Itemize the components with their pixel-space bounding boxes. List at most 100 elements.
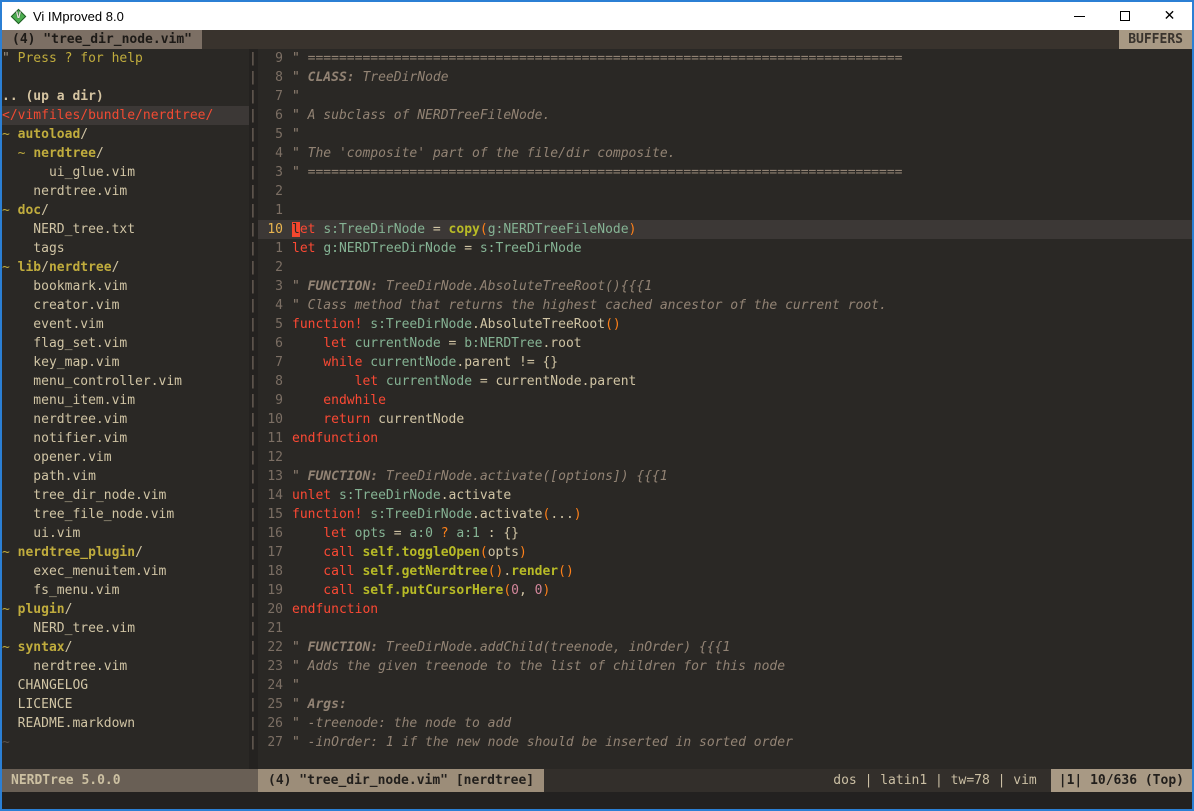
- status-line: NERDTree 5.0.0 (4) "tree_dir_node.vim" […: [2, 769, 1192, 792]
- code-line[interactable]: 18 call self.getNerdtree().render(): [258, 562, 1192, 581]
- tree-item[interactable]: ui_glue.vim: [2, 163, 249, 182]
- code-line[interactable]: 20endfunction: [258, 600, 1192, 619]
- tree-item[interactable]: nerdtree.vim: [2, 657, 249, 676]
- code-line[interactable]: 3" FUNCTION: TreeDirNode.AbsoluteTreeRoo…: [258, 277, 1192, 296]
- tree-item[interactable]: fs_menu.vim: [2, 581, 249, 600]
- tree-item[interactable]: README.markdown: [2, 714, 249, 733]
- text-segment: ~: [2, 127, 18, 142]
- tree-item[interactable]: tree_file_node.vim: [2, 505, 249, 524]
- code-line[interactable]: 9 endwhile: [258, 391, 1192, 410]
- code-line[interactable]: 10 return currentNode: [258, 410, 1192, 429]
- tree-item[interactable]: flag_set.vim: [2, 334, 249, 353]
- tree-item[interactable]: ~ doc/: [2, 201, 249, 220]
- code-line[interactable]: 17 call self.toggleOpen(opts): [258, 543, 1192, 562]
- code-line[interactable]: 16 let opts = a:0 ? a:1 : {}: [258, 524, 1192, 543]
- tree-item[interactable]: key_map.vim: [2, 353, 249, 372]
- maximize-button[interactable]: [1102, 2, 1147, 30]
- tree-item[interactable]: ~ lib/nerdtree/: [2, 258, 249, 277]
- text-segment: " A subclass of NERDTreeFileNode.: [292, 108, 550, 123]
- code-line[interactable]: 13" FUNCTION: TreeDirNode.activate([opti…: [258, 467, 1192, 486]
- code-line-current[interactable]: 10let s:TreeDirNode = copy(g:NERDTreeFil…: [258, 220, 1192, 239]
- tree-root-item[interactable]: </vimfiles/bundle/nerdtree/: [2, 106, 249, 125]
- tree-item[interactable]: ui.vim: [2, 524, 249, 543]
- code-line[interactable]: 8" CLASS: TreeDirNode: [258, 68, 1192, 87]
- code-line[interactable]: 27" -inOrder: 1 if the new node should b…: [258, 733, 1192, 752]
- tree-item[interactable]: exec_menuitem.vim: [2, 562, 249, 581]
- tree-item[interactable]: path.vim: [2, 467, 249, 486]
- tree-item[interactable]: ~ autoload/: [2, 125, 249, 144]
- line-number: 5: [258, 125, 292, 144]
- line-number: 20: [258, 600, 292, 619]
- command-line[interactable]: [2, 792, 1192, 809]
- tree-item[interactable]: creator.vim: [2, 296, 249, 315]
- separator-bar: |: [249, 581, 258, 600]
- code-line[interactable]: 1: [258, 201, 1192, 220]
- tree-item[interactable]: tree_dir_node.vim: [2, 486, 249, 505]
- code-line[interactable]: 22" FUNCTION: TreeDirNode.addChild(treen…: [258, 638, 1192, 657]
- tree-item[interactable]: .. (up a dir): [2, 87, 249, 106]
- line-number: 2: [258, 258, 292, 277]
- tree-item[interactable]: bookmark.vim: [2, 277, 249, 296]
- tree-item[interactable]: CHANGELOG: [2, 676, 249, 695]
- text-segment: autoload: [18, 127, 81, 142]
- code-line[interactable]: 26" -treenode: the node to add: [258, 714, 1192, 733]
- text-segment: /: [96, 146, 104, 161]
- tree-item[interactable]: menu_controller.vim: [2, 372, 249, 391]
- separator-bar: |: [249, 505, 258, 524]
- close-button[interactable]: ✕: [1147, 2, 1192, 30]
- tree-item[interactable]: tags: [2, 239, 249, 258]
- code-line[interactable]: 14unlet s:TreeDirNode.activate: [258, 486, 1192, 505]
- code-line[interactable]: 7": [258, 87, 1192, 106]
- buffer-tab-active[interactable]: (4) "tree_dir_node.vim": [2, 30, 202, 49]
- code-line[interactable]: 2: [258, 258, 1192, 277]
- text-segment: plugin: [18, 602, 65, 617]
- code-line[interactable]: 9" =====================================…: [258, 49, 1192, 68]
- code-line[interactable]: 15function! s:TreeDirNode.activate(...): [258, 505, 1192, 524]
- code-line[interactable]: 11endfunction: [258, 429, 1192, 448]
- line-number: 24: [258, 676, 292, 695]
- code-line[interactable]: 23" Adds the given treenode to the list …: [258, 657, 1192, 676]
- separator-bar: |: [249, 353, 258, 372]
- tree-item[interactable]: notifier.vim: [2, 429, 249, 448]
- code-line[interactable]: 3" =====================================…: [258, 163, 1192, 182]
- code-line[interactable]: 4" The 'composite' part of the file/dir …: [258, 144, 1192, 163]
- editor-split: " Press ? for help .. (up a dir)</vimfile…: [2, 49, 1192, 769]
- window-title: Vi IMproved 8.0: [33, 9, 124, 24]
- vertical-split-separator[interactable]: |||||||||||||||||||||||||||||||||||||: [249, 49, 258, 769]
- tree-item[interactable]: event.vim: [2, 315, 249, 334]
- minimize-button[interactable]: [1057, 2, 1102, 30]
- tree-item[interactable]: ~ nerdtree/: [2, 144, 249, 163]
- text-segment: " Adds the given treenode to the list of…: [292, 659, 785, 674]
- code-line[interactable]: 7 while currentNode.parent != {}: [258, 353, 1192, 372]
- code-line[interactable]: 4" Class method that returns the highest…: [258, 296, 1192, 315]
- code-line[interactable]: 19 call self.putCursorHere(0, 0): [258, 581, 1192, 600]
- code-line[interactable]: 12: [258, 448, 1192, 467]
- tree-item[interactable]: nerdtree.vim: [2, 410, 249, 429]
- code-line[interactable]: 25" Args:: [258, 695, 1192, 714]
- tree-item[interactable]: NERD_tree.txt: [2, 220, 249, 239]
- tree-item[interactable]: menu_item.vim: [2, 391, 249, 410]
- code-line[interactable]: 8 let currentNode = currentNode.parent: [258, 372, 1192, 391]
- tree-item[interactable]: [2, 68, 249, 87]
- text-segment: ~: [2, 640, 18, 655]
- close-icon: ✕: [1164, 9, 1176, 23]
- tree-item[interactable]: ~ syntax/: [2, 638, 249, 657]
- code-line[interactable]: 6" A subclass of NERDTreeFileNode.: [258, 106, 1192, 125]
- tree-item[interactable]: ~ nerdtree_plugin/: [2, 543, 249, 562]
- code-line[interactable]: 2: [258, 182, 1192, 201]
- code-line[interactable]: 5": [258, 125, 1192, 144]
- code-line[interactable]: 24": [258, 676, 1192, 695]
- tree-item[interactable]: " Press ? for help: [2, 49, 249, 68]
- separator-bar: |: [249, 448, 258, 467]
- code-line[interactable]: 5function! s:TreeDirNode.AbsoluteTreeRoo…: [258, 315, 1192, 334]
- code-line[interactable]: 21: [258, 619, 1192, 638]
- tree-item[interactable]: LICENCE: [2, 695, 249, 714]
- code-line[interactable]: 1let g:NERDTreeDirNode = s:TreeDirNode: [258, 239, 1192, 258]
- tree-item[interactable]: ~: [2, 733, 249, 752]
- tree-item[interactable]: ~ plugin/: [2, 600, 249, 619]
- tree-item[interactable]: NERD_tree.vim: [2, 619, 249, 638]
- tree-item[interactable]: opener.vim: [2, 448, 249, 467]
- text-segment: nerdtree: [49, 260, 112, 275]
- code-line[interactable]: 6 let currentNode = b:NERDTree.root: [258, 334, 1192, 353]
- tree-item[interactable]: nerdtree.vim: [2, 182, 249, 201]
